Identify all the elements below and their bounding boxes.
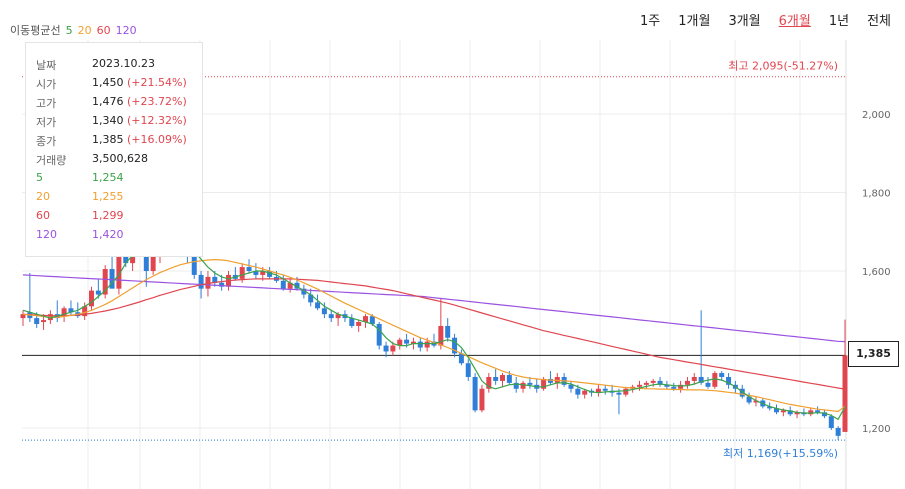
y-tick-label: 1,200 [862, 424, 891, 435]
legend-ma20: 20 [77, 24, 92, 37]
candle-body [650, 380, 656, 383]
candle-body [315, 302, 321, 309]
candle-body [458, 353, 464, 364]
period-all[interactable]: 전체 [867, 10, 891, 29]
candle-body [575, 388, 581, 395]
candle-body [280, 280, 286, 289]
candle-body [109, 269, 115, 289]
y-tick-label: 1,600 [862, 267, 891, 278]
candle-body [41, 320, 47, 323]
legend-ma120: 120 [115, 24, 137, 37]
candle-body [643, 382, 649, 385]
candle-body [191, 255, 197, 275]
candle-body [520, 382, 526, 389]
candle-body [356, 322, 362, 326]
candle-body [404, 339, 410, 344]
candle-body [349, 318, 355, 326]
candle-body [623, 388, 629, 395]
candle-body [417, 341, 423, 348]
candle-body [684, 380, 690, 385]
candle-body [637, 384, 642, 387]
period-selector: 1주 1개월 3개월 6개월 1년 전체 [622, 10, 891, 29]
stock-chart-widget: 2,000 1,800 1,600 1,200 최고 2,095(-51.27%) 최저 … [0, 0, 905, 489]
candle-body [95, 290, 101, 295]
candle-body [239, 267, 245, 279]
high-annotation: 최고 2,095(-51.27%) [728, 60, 838, 73]
candle-body [527, 382, 533, 385]
legend-title: 이동평균선 [10, 24, 61, 37]
period-1w[interactable]: 1주 [640, 10, 660, 29]
low-annotation: 최저 1,169(+15.59%) [723, 447, 838, 460]
candle-body [506, 375, 512, 383]
candle-body [472, 376, 478, 411]
candle-body [691, 376, 697, 381]
y-tick-label: 1,800 [862, 189, 891, 200]
candle-body [719, 373, 725, 377]
candle-body [246, 267, 252, 271]
period-1m[interactable]: 1개월 [678, 10, 710, 29]
candle-body [328, 314, 334, 319]
moving-average-legend: 이동평균선 5 20 60 120 [10, 22, 142, 38]
candle-body [376, 323, 382, 346]
candle-body [321, 308, 327, 315]
current-price-tag: 1,385 [848, 341, 899, 367]
period-1y[interactable]: 1년 [829, 10, 849, 29]
legend-ma60: 60 [96, 24, 111, 37]
candle-body [198, 274, 204, 289]
candle-body [671, 386, 677, 389]
candle-body [602, 388, 608, 391]
candle-body [465, 363, 471, 377]
candle-body [582, 390, 588, 395]
candle-body [500, 375, 505, 381]
candle-body [383, 345, 389, 352]
legend-ma5: 5 [65, 24, 73, 37]
data-tooltip: 날짜 2023.10.23 시가 1,450 (+21.54%) 고가 1,47… [25, 42, 203, 257]
candle-body [842, 355, 848, 432]
candle-body [616, 392, 622, 395]
candle-body [34, 318, 40, 324]
candle-body [479, 388, 485, 411]
y-tick-label: 2,000 [862, 110, 891, 121]
candle-body [493, 376, 499, 381]
candle-body [568, 384, 574, 389]
candle-body [828, 416, 834, 428]
candle-body [424, 341, 430, 348]
candle-body [390, 345, 396, 352]
candle-body [835, 428, 841, 436]
candle-body [445, 325, 451, 338]
period-6m[interactable]: 6개월 [779, 10, 811, 29]
candle-body [815, 410, 821, 413]
candle-body [705, 382, 711, 387]
period-3m[interactable]: 3개월 [728, 10, 760, 29]
candle-body [712, 373, 718, 387]
candle-body [369, 316, 375, 324]
